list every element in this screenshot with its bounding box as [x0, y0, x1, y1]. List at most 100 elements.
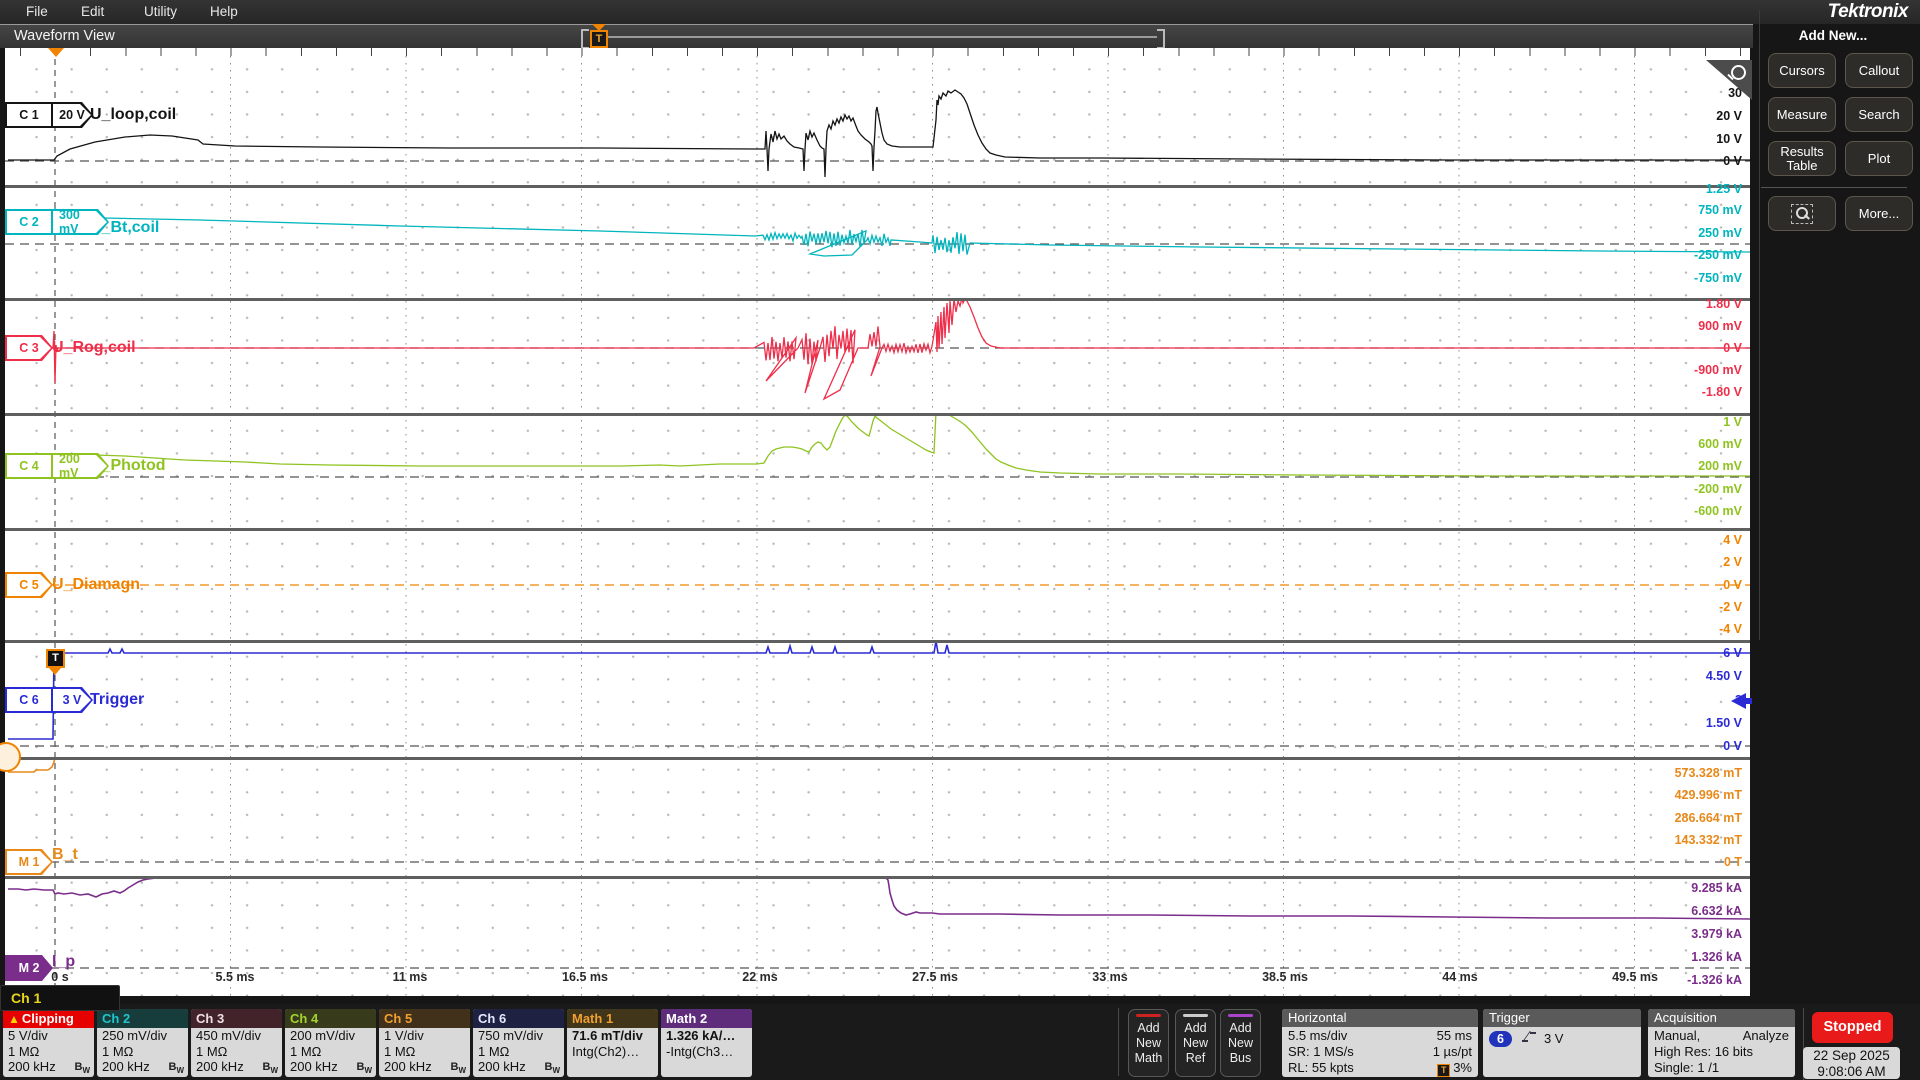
c6-axis-label: 6 V: [1723, 646, 1742, 660]
badge-ch-3[interactable]: Ch 3450 mV/div1 MΩ200 kHzBW: [191, 1009, 282, 1077]
cursors-button[interactable]: Cursors: [1768, 53, 1836, 88]
marquee-zoom-button[interactable]: [1768, 196, 1836, 231]
time-axis-label: 49.5 ms: [1612, 970, 1658, 984]
time-axis-label: 38.5 ms: [1262, 970, 1308, 984]
trigger-panel[interactable]: Trigger 63 V: [1483, 1009, 1641, 1077]
c5-label[interactable]: U_Diamagn: [52, 576, 140, 594]
trigger-level-arrow[interactable]: [1731, 693, 1746, 709]
time-axis-label: 5.5 ms: [216, 970, 255, 984]
datetime-display: 22 Sep 2025 9:08:06 AM: [1803, 1047, 1900, 1079]
bandwidth-icon: BW: [544, 1061, 560, 1075]
trigger-level-value: 3 V: [1544, 1031, 1564, 1046]
measure-button[interactable]: Measure: [1768, 97, 1836, 132]
c2-trace: [8, 208, 1750, 256]
acquisition-panel[interactable]: Acquisition Manual,Analyze High Res: 16 …: [1648, 1009, 1795, 1077]
time-axis-label: 27.5 ms: [912, 970, 958, 984]
menu-utility[interactable]: Utility: [138, 0, 183, 24]
c2-axis-label: -250 mV: [1694, 248, 1742, 262]
bandwidth-icon: BW: [450, 1061, 466, 1075]
marquee-zoom-icon: [1791, 204, 1813, 224]
add-new-ref-button[interactable]: AddNewRef: [1175, 1009, 1216, 1077]
m2-axis-label: 9.285 kA: [1691, 881, 1742, 895]
results-table-button[interactable]: Results Table: [1768, 141, 1836, 176]
add-new-bus-button[interactable]: AddNewBus: [1220, 1009, 1261, 1077]
magnifier-icon: [1731, 65, 1746, 80]
c5-badge[interactable]: C 5: [5, 572, 53, 598]
c1-badge[interactable]: C 120 V: [5, 102, 93, 128]
badge-ch-1[interactable]: ▲Clipping5 V/div1 MΩ200 kHzBW: [3, 1009, 94, 1077]
c4-axis-label: -600 mV: [1694, 504, 1742, 518]
c2-badge[interactable]: C 2300 mV: [5, 209, 109, 235]
record-right-bracket: [1157, 29, 1165, 49]
c4-badge[interactable]: C 4200 mV: [5, 453, 109, 479]
add-new-math-button[interactable]: AddNewMath: [1128, 1009, 1169, 1077]
menu-edit[interactable]: Edit: [75, 0, 110, 24]
c6-label[interactable]: Trigger: [90, 691, 144, 709]
c3-badge[interactable]: C 3: [5, 335, 53, 361]
horizontal-panel[interactable]: Horizontal 5.5 ms/div55 ms SR: 1 MS/s1 µ…: [1282, 1009, 1478, 1077]
waveform-plot[interactable]: 3020 V10 V0 VU_loop,coilC 120 V1.25 V750…: [5, 48, 1750, 996]
more-button[interactable]: More...: [1845, 196, 1913, 231]
m1-badge[interactable]: M 1: [5, 849, 53, 875]
trigger-position-triangle[interactable]: [48, 48, 64, 57]
m2-axis-label: -1.326 kA: [1687, 973, 1742, 987]
c3-axis-label: -900 mV: [1694, 363, 1742, 377]
menu-bar: FileEditUtilityHelp Tektronix: [0, 0, 1920, 24]
bandwidth-icon: BW: [74, 1061, 90, 1075]
m2-label[interactable]: I_p: [52, 953, 75, 971]
c1-axis-label: 0 V: [1723, 154, 1742, 168]
horizontal-title: Horizontal: [1282, 1009, 1478, 1027]
m2-axis-label: 3.979 kA: [1691, 927, 1742, 941]
add-new-label: Add New...: [1753, 28, 1913, 43]
c4-axis-label: -200 mV: [1694, 482, 1742, 496]
stopped-button[interactable]: Stopped: [1812, 1012, 1893, 1043]
c6-axis-label: 0 V: [1723, 739, 1742, 753]
trigger-source-marker-tip: [49, 668, 61, 675]
c3-label[interactable]: U_Rog,coil: [52, 339, 136, 357]
badge-math-2[interactable]: Math 21.326 kA/…-Intg(Ch3…: [661, 1009, 752, 1077]
record-trigger-icon[interactable]: T: [590, 30, 608, 48]
rising-edge-icon: [1522, 1031, 1536, 1043]
c1-trace: [8, 90, 1750, 177]
date-label: 22 Sep 2025: [1803, 1048, 1900, 1064]
c5-axis-label: -4 V: [1719, 622, 1742, 636]
time-label: 9:08:06 AM: [1803, 1064, 1900, 1080]
time-axis-label: 44 ms: [1442, 970, 1477, 984]
bandwidth-icon: BW: [168, 1061, 184, 1075]
c1-label[interactable]: U_loop,coil: [90, 106, 176, 124]
badge-ch-4[interactable]: Ch 4200 mV/div1 MΩ200 kHzBW: [285, 1009, 376, 1077]
c5-axis-label: 2 V: [1723, 555, 1742, 569]
c2-axis-label: -750 mV: [1694, 271, 1742, 285]
slice-divider: [5, 413, 1750, 416]
callout-button[interactable]: Callout: [1845, 53, 1913, 88]
m2-axis-label: 6.632 kA: [1691, 904, 1742, 918]
m1-axis-label: 0 T: [1724, 855, 1742, 869]
menu-help[interactable]: Help: [204, 0, 244, 24]
trigger-pos-icon: T: [1437, 1064, 1450, 1077]
c3-axis-label: 1.80 V: [1706, 297, 1742, 311]
trigger-source-marker[interactable]: T: [46, 649, 65, 668]
trigger-source-pill: 6: [1489, 1031, 1512, 1047]
c5-axis-label: -2 V: [1719, 600, 1742, 614]
badge-ch-2[interactable]: Ch 2250 mV/div1 MΩ200 kHzBW: [97, 1009, 188, 1077]
c6-axis-label: 1.50 V: [1706, 716, 1742, 730]
c4-axis-label: 200 mV: [1698, 459, 1742, 473]
record-left-bracket: [581, 29, 589, 49]
c2-axis-label: 250 mV: [1698, 226, 1742, 240]
waveform-traces: [5, 48, 1750, 996]
channel-tooltip: Ch 1: [0, 985, 120, 1011]
badge-ch-5[interactable]: Ch 51 V/div1 MΩ200 kHzBW: [379, 1009, 470, 1077]
c6-badge[interactable]: C 63 V: [5, 687, 93, 713]
badge-ch-6[interactable]: Ch 6750 mV/div1 MΩ200 kHzBW: [473, 1009, 564, 1077]
badge-math-1[interactable]: Math 171.6 mT/divIntg(Ch2)…: [567, 1009, 658, 1077]
time-axis-label: 33 ms: [1092, 970, 1127, 984]
m1-label[interactable]: B_t: [52, 846, 78, 864]
m1-axis-label: 429.996 mT: [1675, 788, 1742, 802]
m1-axis-label: 143.332 mT: [1675, 833, 1742, 847]
record-view-line: [607, 36, 1157, 38]
waveform-view-title: Waveform View: [14, 28, 115, 44]
search-button[interactable]: Search: [1845, 97, 1913, 132]
menu-file[interactable]: File: [20, 0, 54, 24]
plot-button[interactable]: Plot: [1845, 141, 1913, 176]
m2-badge[interactable]: M 2: [5, 955, 53, 981]
